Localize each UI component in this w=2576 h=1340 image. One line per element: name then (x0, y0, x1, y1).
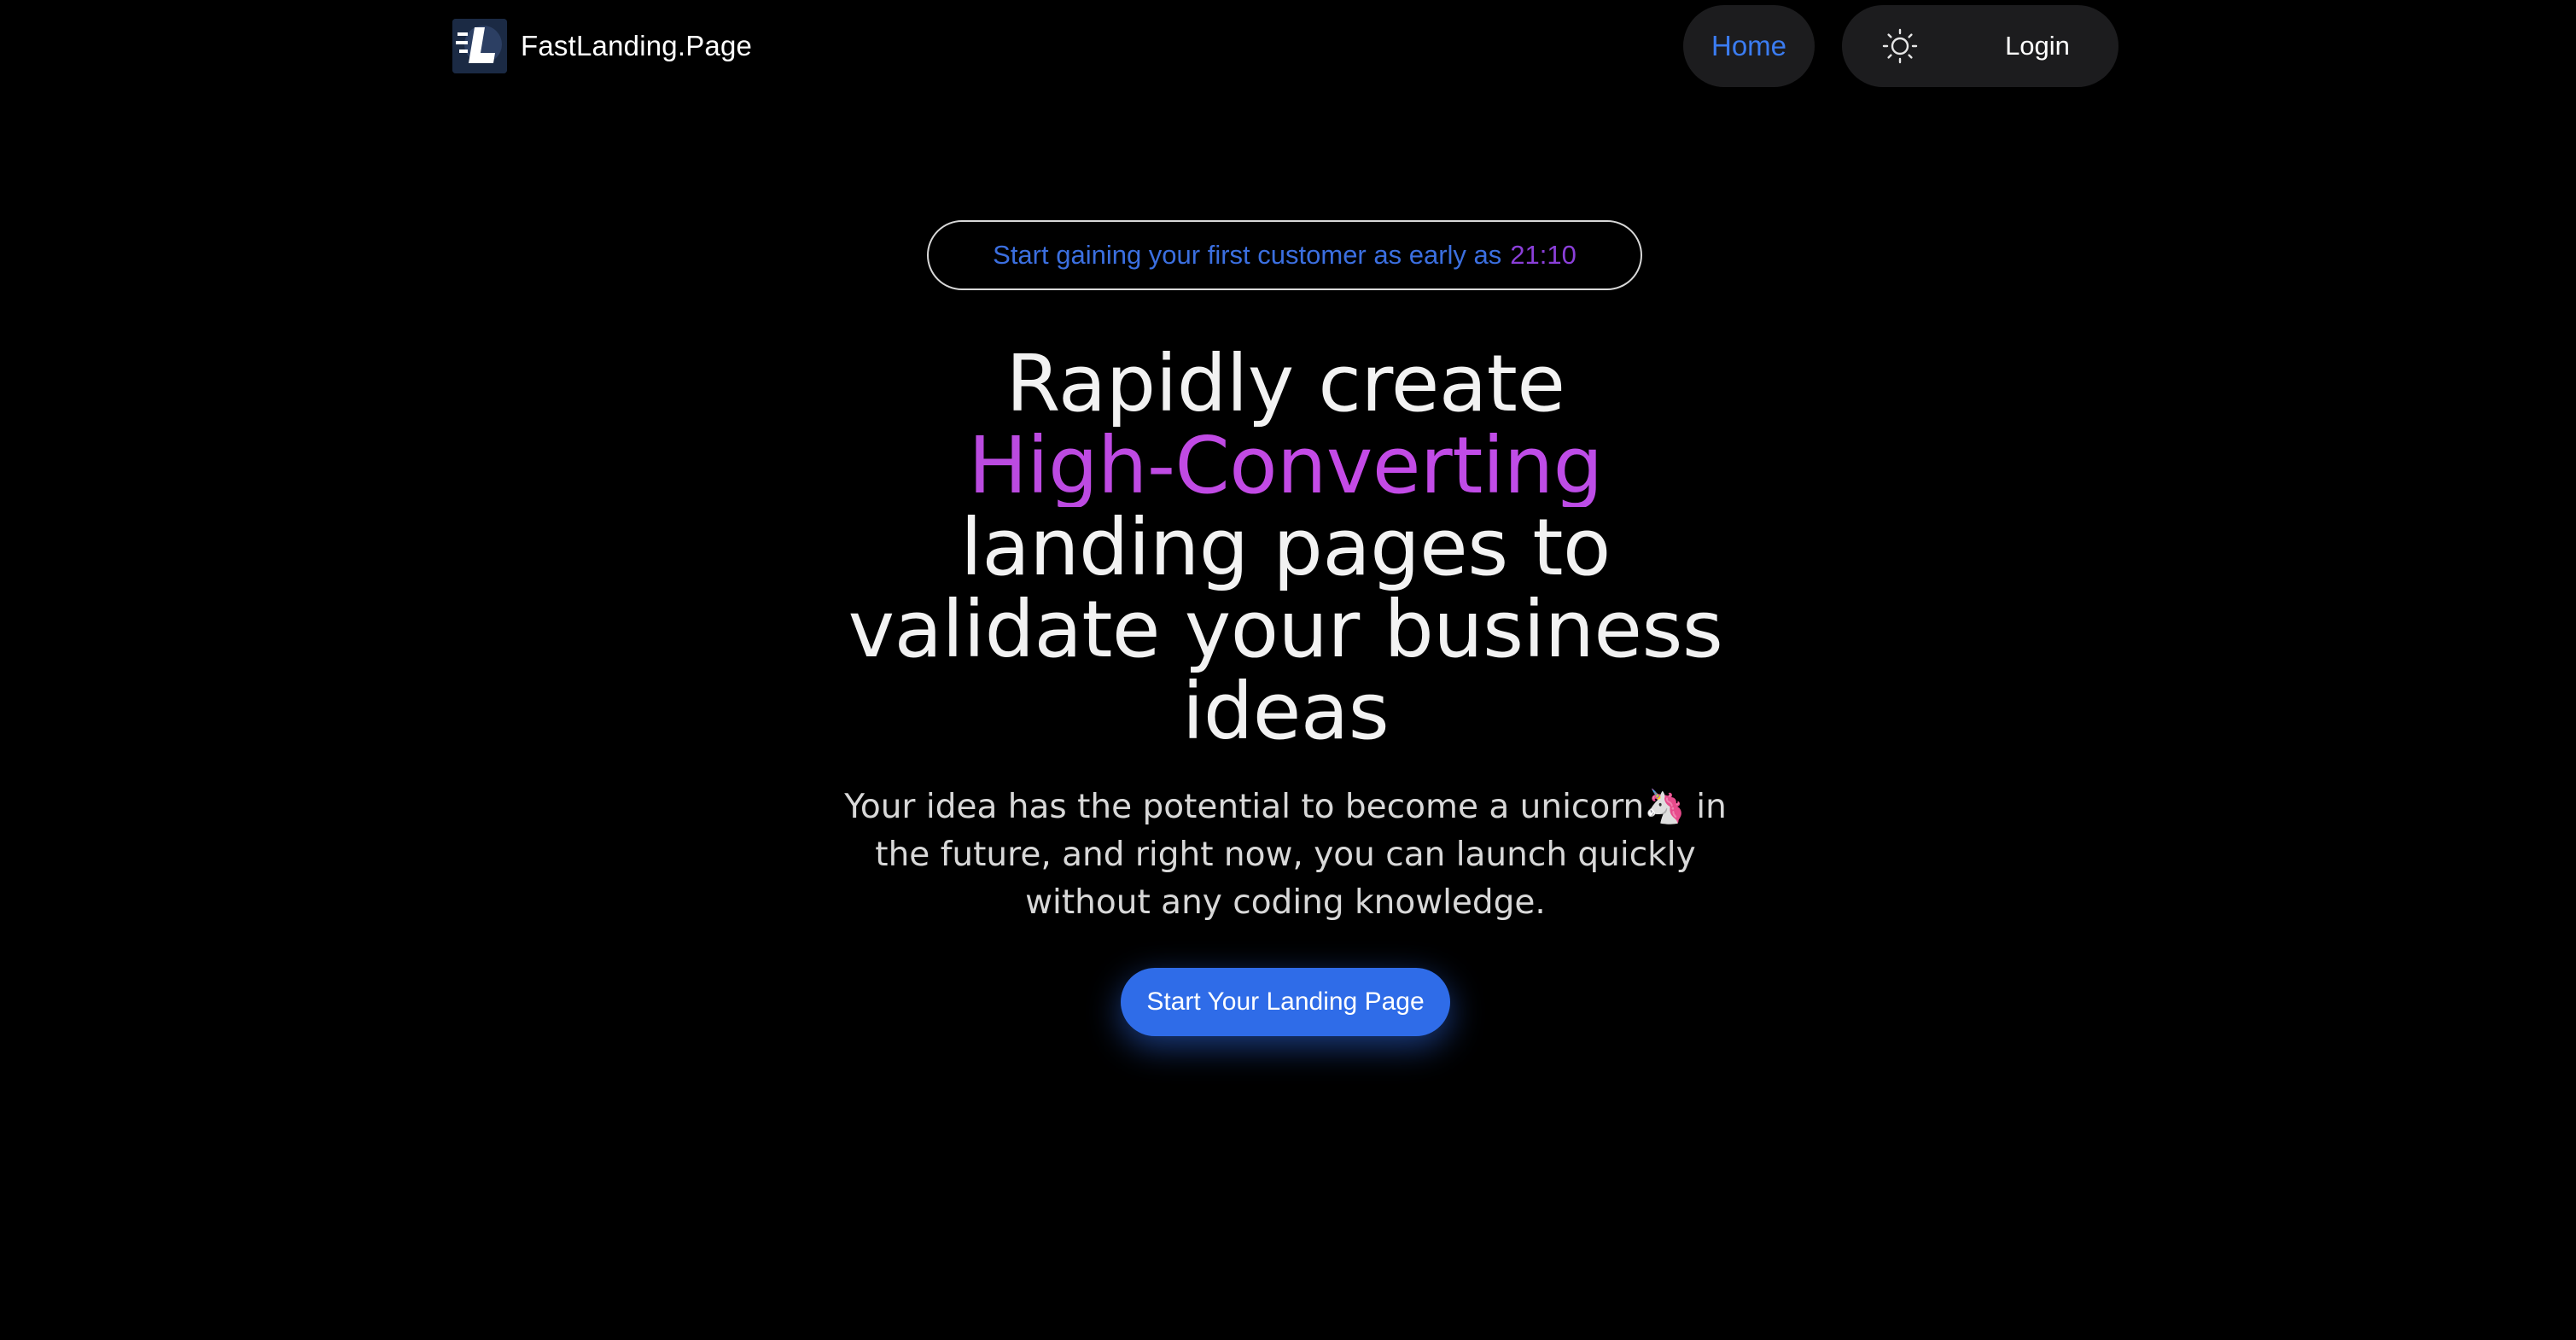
headline-line-1: Rapidly create (1005, 338, 1565, 429)
start-landing-page-button[interactable]: Start Your Landing Page (1121, 968, 1450, 1036)
brand-name: FastLanding.Page (521, 30, 753, 61)
hero-subtitle: Your idea has the potential to become a … (836, 784, 1734, 927)
announcement-badge: Start gaining your first customer as ear… (927, 220, 1642, 290)
theme-toggle-button[interactable] (1878, 24, 1922, 68)
announcement-time: 21:10 (1510, 240, 1576, 270)
login-button[interactable]: Login (1979, 5, 2096, 87)
brand-link[interactable]: FastLanding.Page (452, 19, 752, 73)
unicorn-icon: 🦄 (1644, 788, 1686, 826)
headline-line-4: validate your business (848, 584, 1723, 675)
headline-line-5: ideas (1181, 666, 1390, 757)
headline-accent: High-Converting (768, 425, 1803, 507)
nav-actions: Login (1842, 5, 2118, 87)
site-header: FastLanding.Page Home Login (0, 0, 2576, 92)
headline-line-3: landing pages to (960, 502, 1611, 593)
logo-icon (452, 19, 507, 73)
hero-headline: Rapidly create High-Converting landing p… (768, 343, 1803, 753)
announcement-text: Start gaining your first customer as ear… (993, 240, 1502, 270)
nav-home-link[interactable]: Home (1683, 5, 1815, 87)
sun-icon (1882, 28, 1918, 64)
subtitle-text-start: Your idea has the potential to become a … (844, 788, 1645, 826)
